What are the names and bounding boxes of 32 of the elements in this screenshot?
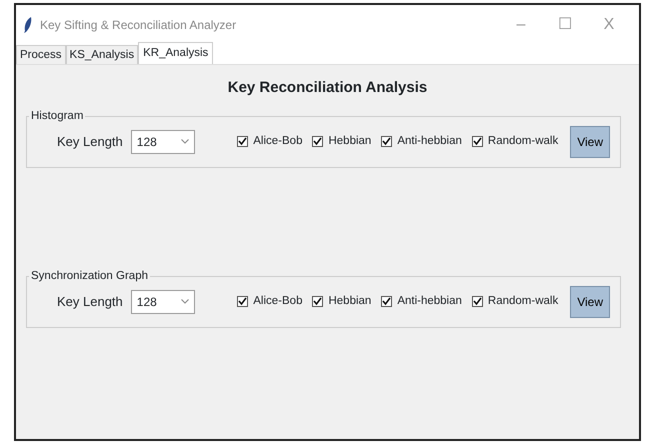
- checkbox-label: Anti-hebbian: [397, 294, 462, 309]
- checkbox[interactable]: [237, 136, 248, 147]
- checkbox-label: Anti-hebbian: [397, 134, 462, 149]
- checkbox-label: Hebbian: [328, 134, 372, 149]
- window-title: Key Sifting & Reconciliation Analyzer: [40, 17, 238, 34]
- group-title: Synchronization Graph: [29, 268, 150, 284]
- heading: Key Reconciliation Analysis: [226, 78, 428, 98]
- chevron-down-icon: [180, 139, 189, 144]
- feather-icon: [24, 17, 32, 33]
- field-label: Key Length: [57, 132, 123, 151]
- view-button[interactable]: View: [570, 286, 610, 318]
- checkbox[interactable]: [312, 296, 324, 307]
- checkbox[interactable]: [381, 296, 392, 307]
- checkbox[interactable]: [472, 296, 483, 307]
- checkbox-label: Hebbian: [328, 294, 372, 309]
- key-length-dropdown[interactable]: 128: [130, 130, 195, 154]
- checkbox[interactable]: [312, 136, 324, 147]
- tab[interactable]: Process: [16, 45, 66, 64]
- checkbox[interactable]: [472, 136, 483, 147]
- checkbox[interactable]: [381, 136, 392, 147]
- chevron-down-icon: [180, 299, 189, 304]
- key-length-dropdown[interactable]: 128: [130, 290, 195, 314]
- checkbox-label: Alice-Bob: [253, 294, 302, 309]
- checkbox[interactable]: [237, 296, 248, 307]
- tab[interactable]: KS_Analysis: [66, 45, 138, 64]
- checkbox-label: Alice-Bob: [253, 134, 302, 149]
- view-button[interactable]: View: [570, 126, 610, 158]
- checkbox-label: Random-walk: [488, 294, 558, 309]
- tab[interactable]: KR_Analysis: [138, 42, 214, 64]
- group-title: Histogram: [29, 108, 86, 124]
- field-label: Key Length: [57, 292, 123, 311]
- checkbox-label: Random-walk: [488, 134, 558, 149]
